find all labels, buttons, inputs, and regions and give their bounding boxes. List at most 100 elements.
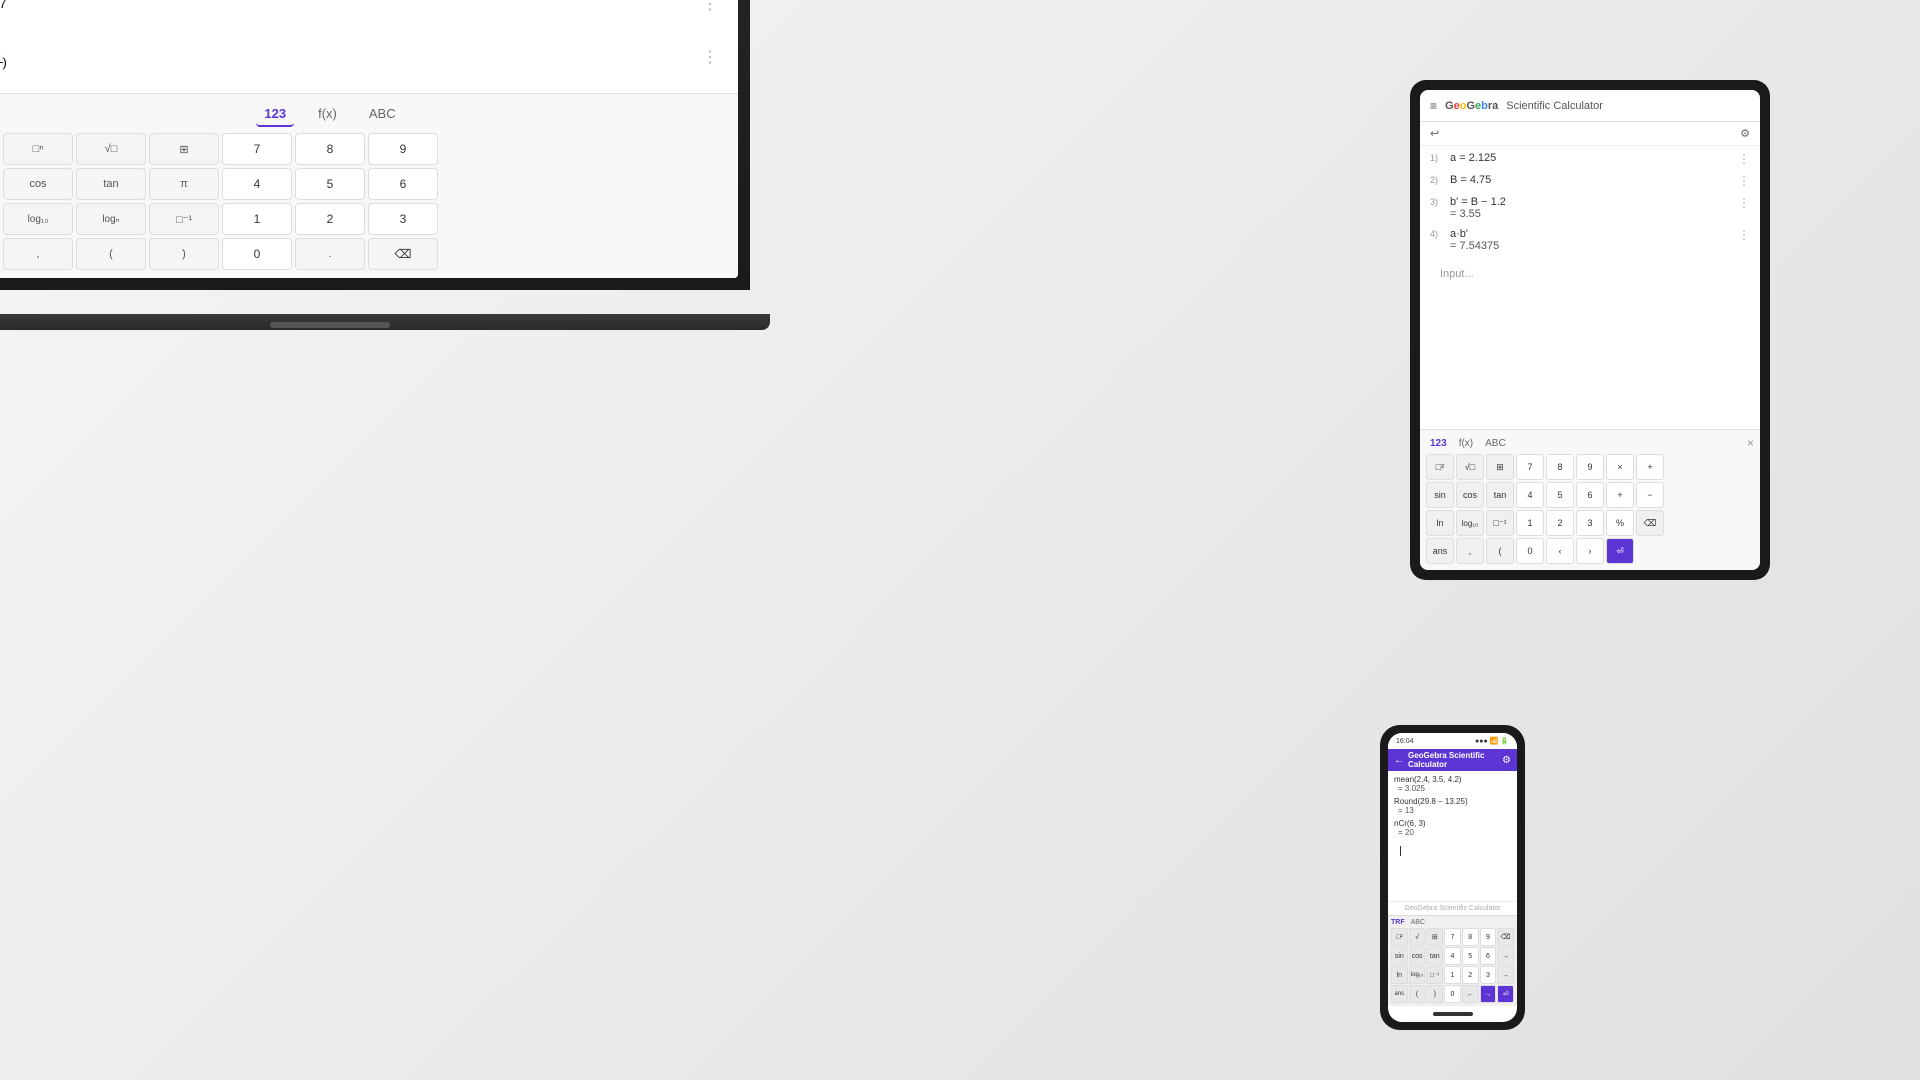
tablet-key-sqrt[interactable]: √□ bbox=[1456, 454, 1484, 480]
phone-key-enter[interactable]: ⏎ bbox=[1497, 985, 1514, 1003]
tablet-key-minus[interactable]: − bbox=[1636, 482, 1664, 508]
phone-key-1[interactable]: 1 bbox=[1444, 966, 1461, 984]
key-dot[interactable]: . bbox=[295, 238, 365, 270]
phone-tab-trf[interactable]: TRF bbox=[1391, 919, 1405, 926]
tablet-key-percent[interactable]: % bbox=[1606, 510, 1634, 536]
tablet-key-7[interactable]: 7 bbox=[1516, 454, 1544, 480]
tablet-settings[interactable]: ⚙ bbox=[1740, 127, 1750, 140]
tablet-key-1[interactable]: 1 bbox=[1516, 510, 1544, 536]
tablet-key-enter[interactable]: ⏎ bbox=[1606, 538, 1634, 564]
tab-fx[interactable]: f(x) bbox=[310, 102, 345, 127]
result-options-button[interactable]: ⋮ bbox=[702, 0, 718, 14]
tablet-key-4[interactable]: 4 bbox=[1516, 482, 1544, 508]
key-7[interactable]: 7 bbox=[222, 133, 292, 165]
phone-key-tan[interactable]: tan bbox=[1426, 947, 1443, 965]
phone-back-button[interactable]: ← bbox=[1394, 755, 1404, 766]
tablet-result-options[interactable]: ⋮ bbox=[1738, 228, 1750, 242]
key-matrix[interactable]: ⊞ bbox=[149, 133, 219, 165]
key-4[interactable]: 4 bbox=[222, 168, 292, 200]
tablet-key-left[interactable]: ‹ bbox=[1546, 538, 1574, 564]
key-logn[interactable]: logₙ bbox=[76, 203, 146, 235]
phone-key-left-nav[interactable]: ← bbox=[1462, 985, 1479, 1003]
phone-key-9[interactable]: 9 bbox=[1480, 928, 1497, 946]
phone-input-area[interactable] bbox=[1394, 841, 1511, 863]
phone-key-cos[interactable]: cos bbox=[1409, 947, 1426, 965]
phone-key-2[interactable]: 2 bbox=[1462, 966, 1479, 984]
tablet-key-sin[interactable]: sin bbox=[1426, 482, 1454, 508]
phone-key-backspace[interactable]: ⌫ bbox=[1497, 928, 1514, 946]
phone-key-3[interactable]: 3 bbox=[1480, 966, 1497, 984]
key-5[interactable]: 5 bbox=[295, 168, 365, 200]
key-power[interactable]: □ⁿ bbox=[3, 133, 73, 165]
tablet-key-cos[interactable]: cos bbox=[1456, 482, 1484, 508]
tablet-key-plus[interactable]: + bbox=[1636, 454, 1664, 480]
tablet-key-2[interactable]: 2 bbox=[1546, 510, 1574, 536]
tablet-result-options[interactable]: ⋮ bbox=[1738, 174, 1750, 188]
key-1[interactable]: 1 bbox=[222, 203, 292, 235]
tablet-key-inverse[interactable]: □⁻¹ bbox=[1486, 510, 1514, 536]
tablet-key-9[interactable]: 9 bbox=[1576, 454, 1604, 480]
phone-key-sqrt[interactable]: √ bbox=[1409, 928, 1426, 946]
tablet-kb-close-button[interactable]: × bbox=[1747, 436, 1754, 450]
phone-key-right1[interactable]: → bbox=[1497, 947, 1514, 965]
tablet-key-backspace[interactable]: ⌫ bbox=[1636, 510, 1664, 536]
phone-key-6[interactable]: 6 bbox=[1480, 947, 1497, 965]
tablet-key-5[interactable]: 5 bbox=[1546, 482, 1574, 508]
phone-settings-button[interactable]: ⚙ bbox=[1502, 755, 1511, 766]
phone-key-7[interactable]: 7 bbox=[1444, 928, 1461, 946]
tablet-tab-123[interactable]: 123 bbox=[1430, 438, 1447, 449]
phone-key-lparen[interactable]: ( bbox=[1409, 985, 1426, 1003]
key-8[interactable]: 8 bbox=[295, 133, 365, 165]
phone-key-sin[interactable]: sin bbox=[1391, 947, 1408, 965]
key-comma[interactable]: , bbox=[3, 238, 73, 270]
phone-key-0[interactable]: 0 bbox=[1444, 985, 1461, 1003]
tablet-key-square[interactable]: □² bbox=[1426, 454, 1454, 480]
tablet-tab-fx[interactable]: f(x) bbox=[1459, 438, 1473, 449]
tablet-key-ln[interactable]: ln bbox=[1426, 510, 1454, 536]
phone-key-right2[interactable]: → bbox=[1497, 966, 1514, 984]
phone-key-right-nav[interactable]: → bbox=[1480, 985, 1497, 1003]
phone-key-8[interactable]: 8 bbox=[1462, 928, 1479, 946]
tablet-result-options[interactable]: ⋮ bbox=[1738, 152, 1750, 166]
tablet-key-tan[interactable]: tan bbox=[1486, 482, 1514, 508]
tablet-key-right[interactable]: › bbox=[1576, 538, 1604, 564]
phone-key-ans[interactable]: ans bbox=[1391, 985, 1408, 1003]
key-sqrt[interactable]: √□ bbox=[76, 133, 146, 165]
phone-key-log10[interactable]: log₁₀ bbox=[1409, 966, 1426, 984]
key-9[interactable]: 9 bbox=[368, 133, 438, 165]
phone-key-square[interactable]: □² bbox=[1391, 928, 1408, 946]
tablet-key-log10[interactable]: log₁₀ bbox=[1456, 510, 1484, 536]
key-backspace[interactable]: ⌫ bbox=[368, 238, 438, 270]
tablet-key-3[interactable]: 3 bbox=[1576, 510, 1604, 536]
phone-key-ln[interactable]: ln bbox=[1391, 966, 1408, 984]
tablet-result-options[interactable]: ⋮ bbox=[1738, 196, 1750, 210]
tablet-key-plus2[interactable]: + bbox=[1606, 482, 1634, 508]
key-pi[interactable]: π bbox=[149, 168, 219, 200]
phone-key-matrix[interactable]: ⊞ bbox=[1426, 928, 1443, 946]
tablet-key-comma[interactable]: , bbox=[1456, 538, 1484, 564]
key-0[interactable]: 0 bbox=[222, 238, 292, 270]
tablet-hamburger-icon[interactable]: ≡ bbox=[1430, 99, 1437, 113]
key-3[interactable]: 3 bbox=[368, 203, 438, 235]
phone-key-5[interactable]: 5 bbox=[1462, 947, 1479, 965]
phone-key-rparen[interactable]: ) bbox=[1426, 985, 1443, 1003]
tablet-undo[interactable]: ↩ bbox=[1430, 127, 1439, 140]
tablet-key-6[interactable]: 6 bbox=[1576, 482, 1604, 508]
tablet-input-area[interactable]: Input... bbox=[1430, 260, 1750, 286]
phone-key-inverse[interactable]: □⁻¹ bbox=[1426, 966, 1443, 984]
tablet-tab-abc[interactable]: ABC bbox=[1485, 438, 1506, 449]
tab-123[interactable]: 123 bbox=[256, 102, 294, 127]
key-6[interactable]: 6 bbox=[368, 168, 438, 200]
tablet-key-lparen[interactable]: ( bbox=[1486, 538, 1514, 564]
tab-abc[interactable]: ABC bbox=[361, 102, 404, 127]
tablet-key-multiply[interactable]: × bbox=[1606, 454, 1634, 480]
key-tan[interactable]: tan bbox=[76, 168, 146, 200]
result-options-button[interactable]: ⋮ bbox=[702, 47, 718, 67]
tablet-key-8[interactable]: 8 bbox=[1546, 454, 1574, 480]
tablet-key-0[interactable]: 0 bbox=[1516, 538, 1544, 564]
key-lparen[interactable]: ( bbox=[76, 238, 146, 270]
phone-tab-abc[interactable]: ABC bbox=[1411, 919, 1425, 926]
key-2[interactable]: 2 bbox=[295, 203, 365, 235]
key-rparen[interactable]: ) bbox=[149, 238, 219, 270]
key-cos[interactable]: cos bbox=[3, 168, 73, 200]
